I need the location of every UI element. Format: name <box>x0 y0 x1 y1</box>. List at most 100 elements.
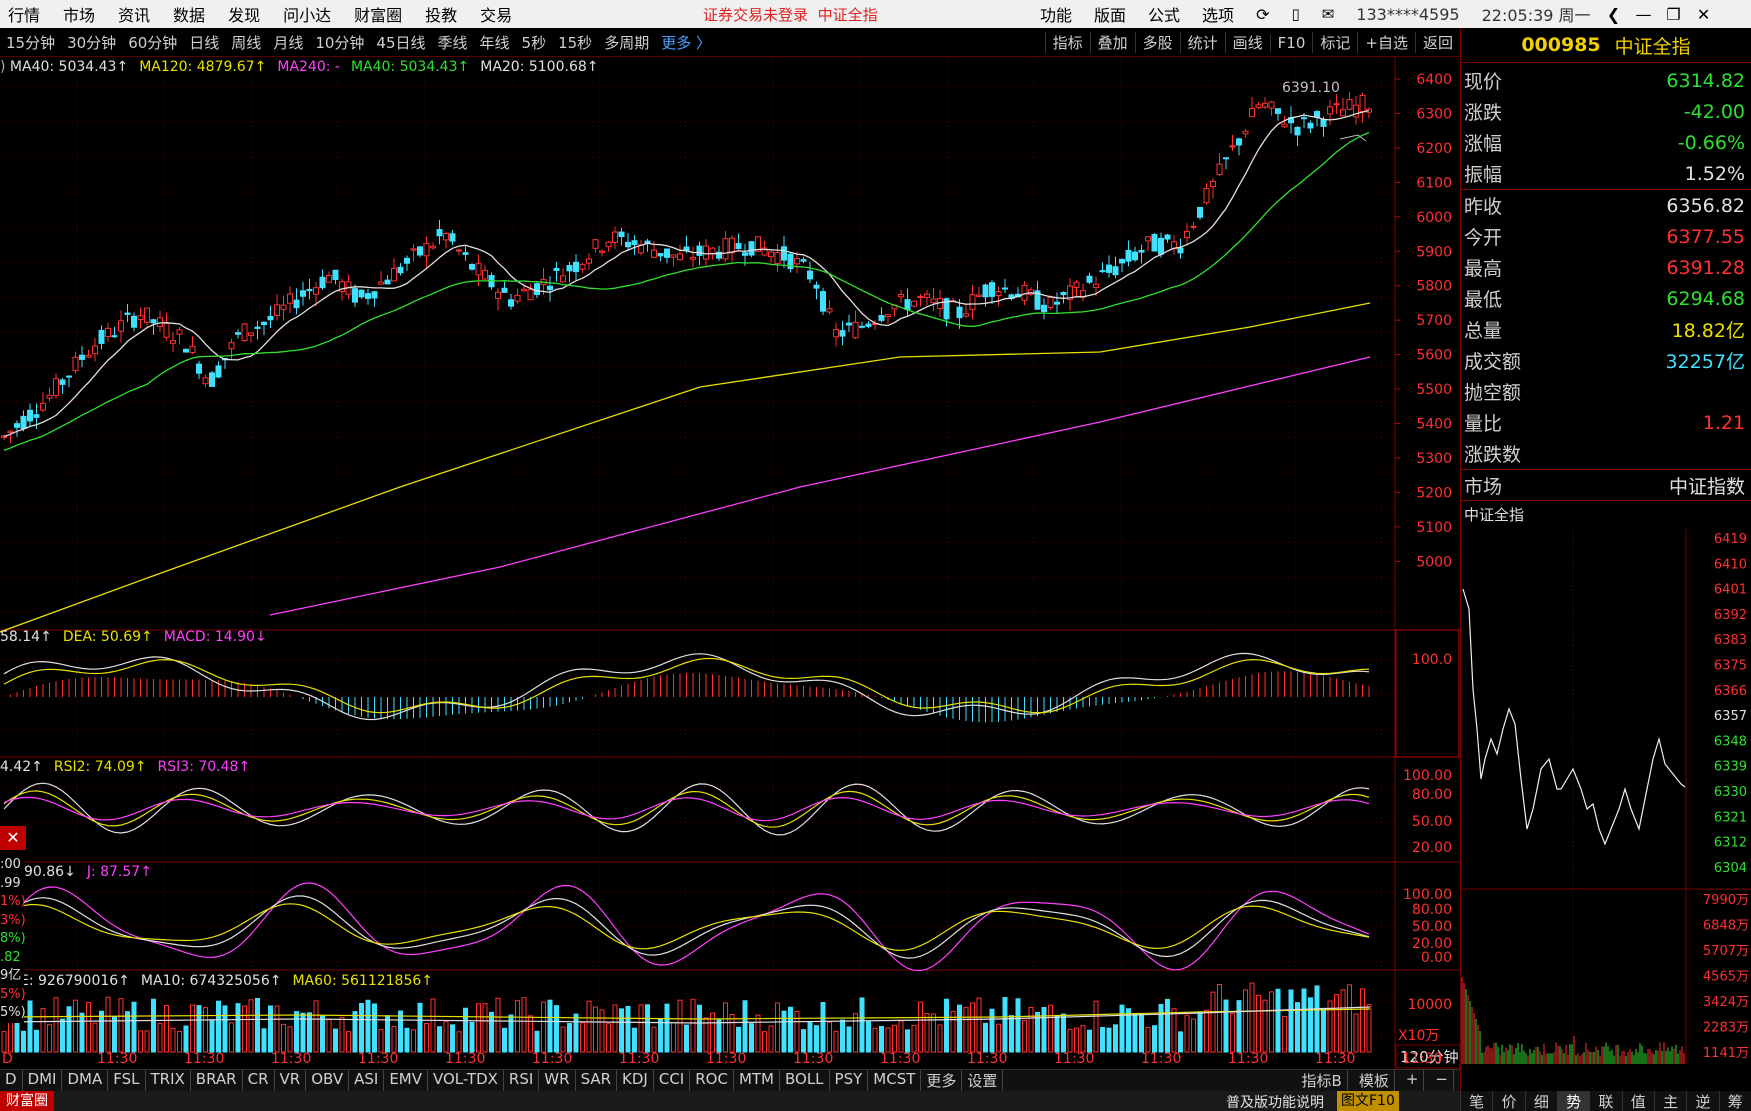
volume-bar <box>619 1008 624 1053</box>
menu-item[interactable]: 发现 <box>228 2 275 26</box>
period-tab[interactable]: 周线 <box>231 32 261 53</box>
volume-bar <box>658 1018 663 1053</box>
side-tab[interactable]: 筹 <box>1718 1091 1751 1111</box>
more-periods-button[interactable]: 更多 〉 <box>661 32 711 53</box>
indicator-tab[interactable]: D <box>0 1070 23 1091</box>
indicator-right-button[interactable]: 指标B <box>1297 1070 1348 1091</box>
volume-bar <box>1191 1018 1196 1053</box>
side-tab[interactable]: 势 <box>1556 1091 1590 1111</box>
indicator-right-button[interactable]: + <box>1401 1070 1425 1091</box>
caifuquan-tab[interactable]: 财富圈 <box>0 1091 54 1111</box>
chart-tool-button[interactable]: 标记 <box>1312 32 1357 53</box>
indicator-tab[interactable]: WR <box>539 1070 576 1091</box>
volume-bar <box>781 1010 787 1053</box>
volume-bar <box>1204 1009 1209 1053</box>
chart-tool-button[interactable]: F10 <box>1269 33 1313 52</box>
intraday-mini-chart[interactable]: 6419 6410 6401 6392 6383 6375 6366 6357 6348 6339… <box>1461 529 1751 1064</box>
indicator-tab[interactable]: OBV <box>306 1070 350 1091</box>
indicator-tab[interactable]: EMV <box>384 1070 428 1091</box>
quote-row: 现价 6314.82 <box>1461 65 1751 96</box>
account-id[interactable]: 133****4595 <box>1356 5 1459 24</box>
indicator-right-button[interactable]: 模板 <box>1354 1070 1395 1091</box>
indicator-axis-label: 100.0 <box>1412 652 1452 668</box>
indicator-tab[interactable]: CR <box>243 1070 275 1091</box>
indicator-tab[interactable]: ROC <box>690 1070 734 1091</box>
period-tab[interactable]: 5秒 <box>522 32 547 53</box>
period-tab[interactable]: 15秒 <box>558 32 592 53</box>
menu-item[interactable]: 财富圈 <box>354 2 417 26</box>
indicator-tab[interactable]: FSL <box>108 1070 146 1091</box>
menu-item[interactable]: 交易 <box>480 2 527 26</box>
chart-tool-button[interactable]: 指标 <box>1044 32 1090 53</box>
menu-item[interactable]: 数据 <box>173 2 220 26</box>
right-menu-item[interactable]: 选项 <box>1202 2 1234 26</box>
login-warning[interactable]: 证券交易未登录 中证全指 <box>703 4 878 25</box>
candle-body <box>1021 284 1028 301</box>
indicator-tab[interactable]: BRAR <box>191 1070 243 1091</box>
indicator-tab[interactable]: VR <box>275 1070 307 1091</box>
back-arrow-icon[interactable]: ❮ <box>1599 5 1629 24</box>
indicator-tab[interactable]: MCST <box>868 1070 922 1091</box>
indicator-tab[interactable]: BOLL <box>780 1070 830 1091</box>
left-overlay-panel: :00 .99 1%) 3%) 8%) .82 9亿 5%) 5%) <box>0 856 26 1023</box>
period-tab[interactable]: 15分钟 <box>6 32 55 53</box>
menu-item[interactable]: 问小达 <box>283 2 346 26</box>
menu-item[interactable]: 投教 <box>425 2 472 26</box>
chart-tool-button[interactable]: 画线 <box>1224 32 1270 53</box>
period-tab[interactable]: 多周期 <box>604 32 649 53</box>
menu-item[interactable]: 市场 <box>63 2 110 26</box>
restore-icon[interactable]: ❐ <box>1659 5 1689 24</box>
right-menu-item[interactable]: 版面 <box>1094 2 1126 26</box>
menu-item[interactable]: 资讯 <box>118 2 165 26</box>
indicator-tab[interactable]: CCI <box>654 1070 691 1091</box>
indicator-tab[interactable]: ASI <box>349 1070 385 1091</box>
chart-tool-button[interactable]: 多股 <box>1134 32 1180 53</box>
chart-tool-button[interactable]: 统计 <box>1179 32 1225 53</box>
period-tab[interactable]: 60分钟 <box>128 32 177 53</box>
side-tab[interactable]: 值 <box>1621 1091 1654 1111</box>
chart-tool-button[interactable]: 返回 <box>1414 32 1460 53</box>
refresh-icon[interactable]: ⟳ <box>1256 5 1269 24</box>
side-tab[interactable]: 笔 <box>1460 1091 1493 1111</box>
minimize-icon[interactable]: — <box>1629 5 1659 24</box>
close-icon[interactable]: ✕ <box>1689 5 1719 24</box>
login-warning-text[interactable]: 证券交易未登录 <box>703 6 808 24</box>
period-tab[interactable]: 日线 <box>189 32 219 53</box>
side-tab[interactable]: 主 <box>1653 1091 1687 1111</box>
mail-icon[interactable]: ✉ <box>1322 5 1335 23</box>
indicator-tab[interactable]: 设置 <box>962 1070 1004 1091</box>
candle-body <box>573 261 579 273</box>
close-overlay-icon[interactable]: ✕ <box>0 826 26 850</box>
period-tab[interactable]: 年线 <box>480 32 510 53</box>
period-tab[interactable]: 30分钟 <box>67 32 116 53</box>
right-menu-item[interactable]: 公式 <box>1148 2 1180 26</box>
indicator-tab[interactable]: RSI <box>504 1070 540 1091</box>
candle-body <box>781 246 787 261</box>
side-tab[interactable]: 逆 <box>1686 1091 1719 1111</box>
side-tab[interactable]: 细 <box>1524 1091 1557 1111</box>
indicator-tab[interactable]: 更多 <box>921 1070 963 1091</box>
indicator-tab[interactable]: PSY <box>830 1070 869 1091</box>
indicator-right-button[interactable]: − <box>1430 1070 1454 1091</box>
menu-item[interactable]: 行情 <box>8 2 55 26</box>
help-link[interactable]: 普及版功能说明 <box>1226 1092 1324 1111</box>
f10-link[interactable]: 图文F10 <box>1337 1091 1399 1111</box>
indicator-tab[interactable]: TRIX <box>146 1070 191 1091</box>
indicator-tab[interactable]: DMA <box>62 1070 109 1091</box>
right-menu-item[interactable]: 功能 <box>1040 2 1072 26</box>
indicator-tab[interactable]: VOL-TDX <box>428 1070 504 1091</box>
chart-tool-button[interactable]: +自选 <box>1357 32 1415 53</box>
side-tab[interactable]: 联 <box>1589 1091 1622 1111</box>
indicator-tab[interactable]: KDJ <box>617 1070 654 1091</box>
indicator-tab[interactable]: DMI <box>23 1070 63 1091</box>
period-tab[interactable]: 45日线 <box>376 32 425 53</box>
chart-tool-button[interactable]: 叠加 <box>1089 32 1135 53</box>
period-tab[interactable]: 季线 <box>438 32 468 53</box>
indicator-tab[interactable]: SAR <box>576 1070 618 1091</box>
kline-chart-area[interactable]: 6400 6300 6200 6100 6000 5900 5800 5700 5600 5500… <box>0 57 1460 1069</box>
period-tab[interactable]: 10分钟 <box>315 32 364 53</box>
side-tab[interactable]: 价 <box>1492 1091 1525 1111</box>
phone-icon[interactable]: ▯ <box>1291 5 1299 23</box>
period-tab[interactable]: 月线 <box>273 32 303 53</box>
indicator-tab[interactable]: MTM <box>734 1070 780 1091</box>
